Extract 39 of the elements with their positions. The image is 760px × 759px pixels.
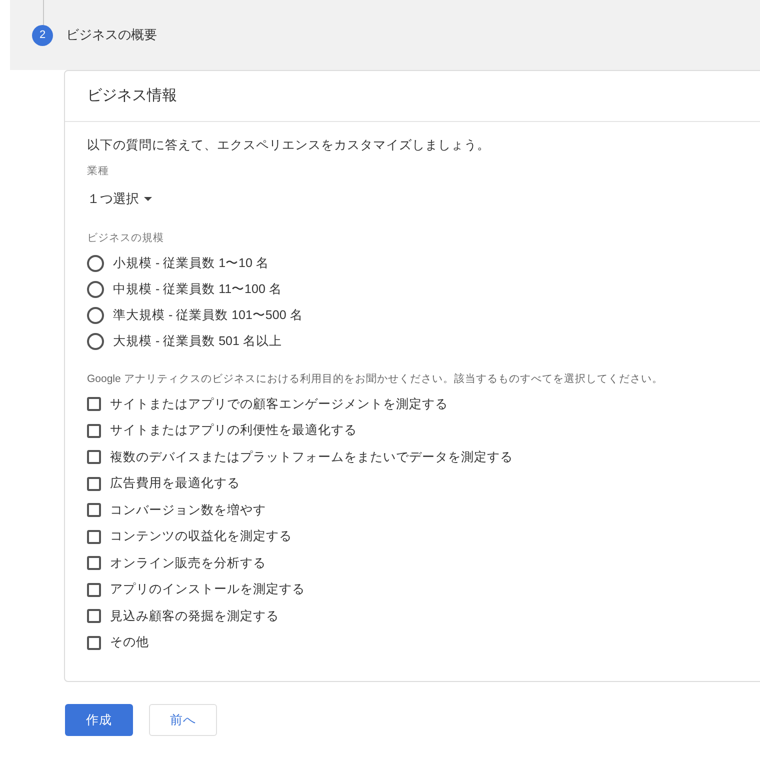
- radio-button[interactable]: [87, 254, 104, 272]
- radio-label: 準大規模 - 従業員数 101〜500 名: [113, 306, 303, 324]
- checkbox-label: コンバージョン数を増やす: [110, 502, 266, 519]
- field-label: 業種: [87, 164, 109, 179]
- checkbox[interactable]: [87, 530, 101, 544]
- create-button[interactable]: 作成: [65, 704, 133, 736]
- checkbox[interactable]: [87, 450, 101, 464]
- checkbox-label: コンテンツの収益化を測定する: [110, 528, 292, 546]
- checkbox[interactable]: [87, 476, 101, 491]
- checkbox-label: 複数のデバイスまたはプラットフォームをまたいでデータを測定する: [110, 448, 513, 466]
- checkbox-label: サイトまたはアプリの利便性を最適化する: [110, 422, 357, 440]
- checkbox-label: サイトまたはアプリでの顧客エンゲージメントを測定する: [110, 396, 448, 413]
- radio-label: 小規模 - 従業員数 1〜10 名: [113, 254, 269, 272]
- radio-button[interactable]: [87, 332, 104, 350]
- checkbox-label: その他: [110, 634, 149, 652]
- checkbox[interactable]: [87, 397, 101, 412]
- industry-dropdown[interactable]: １つ選択: [87, 189, 152, 209]
- checkbox-label: 見込み顧客の発掘を測定する: [110, 608, 279, 625]
- field-label: Google アナリティクスのビジネスにおける利用目的をお聞かせください。該当するものすべてを選択してください。: [87, 372, 663, 387]
- checkbox[interactable]: [87, 556, 101, 570]
- radio-button[interactable]: [87, 306, 104, 324]
- radio-label: 中規模 - 従業員数 11〜100 名: [113, 280, 282, 298]
- caret-icon: [144, 196, 152, 202]
- checkbox[interactable]: [87, 636, 101, 650]
- checkbox[interactable]: [87, 609, 101, 624]
- field-label: ビジネスの規模: [87, 231, 164, 246]
- step-title: ビジネスの概要: [66, 26, 157, 44]
- checkbox[interactable]: [87, 582, 101, 597]
- checkbox-label: アプリのインストールを測定する: [110, 581, 305, 598]
- intro-text: 以下の質問に答えて、エクスペリエンスをカスタマイズしましょう。: [87, 137, 491, 154]
- checkbox-label: 広告費用を最適化する: [110, 475, 240, 492]
- checkbox-label: オンライン販売を分析する: [110, 554, 266, 572]
- checkbox[interactable]: [87, 424, 101, 438]
- checkbox[interactable]: [87, 503, 101, 518]
- step-number: 2: [32, 24, 53, 46]
- card-title: ビジネス情報: [87, 86, 177, 106]
- back-button[interactable]: 前へ: [149, 704, 217, 736]
- radio-label: 大規模 - 従業員数 501 名以上: [113, 332, 282, 350]
- radio-button[interactable]: [87, 280, 104, 298]
